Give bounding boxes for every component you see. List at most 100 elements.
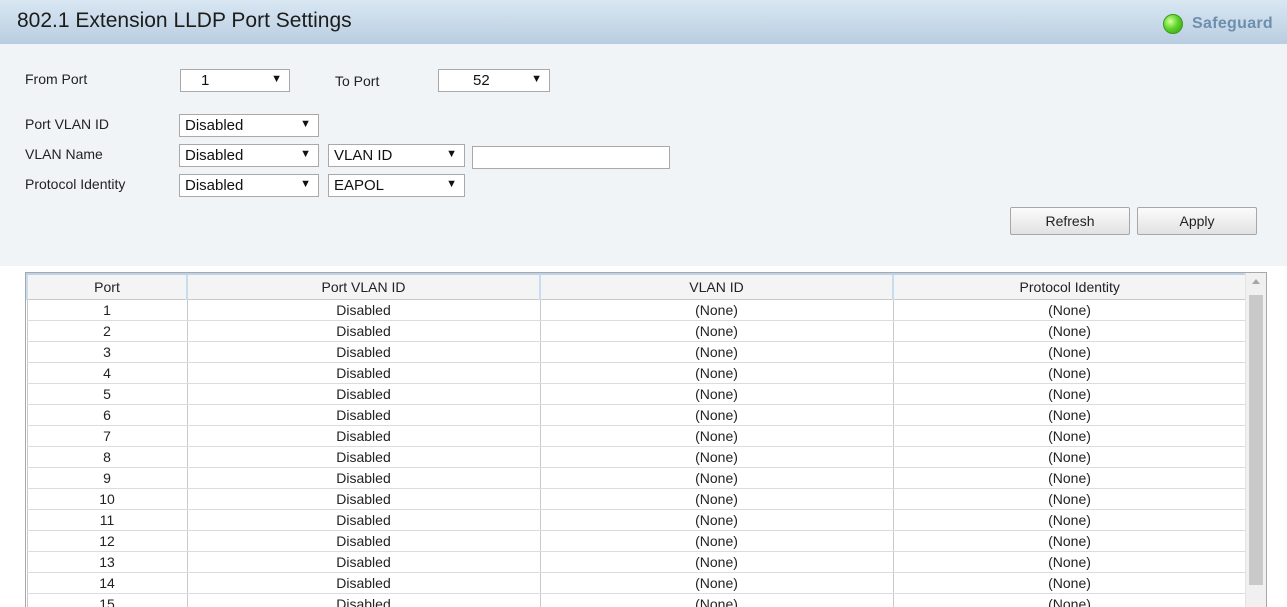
to-port-value: 52 (473, 72, 490, 89)
safeguard-label: Safeguard (1192, 15, 1273, 33)
port-cell: 10 (27, 489, 187, 510)
protocol-identity-cell: (None) (893, 321, 1246, 342)
vlan-id-cell: (None) (540, 300, 893, 321)
vlan-name-input[interactable] (472, 146, 670, 169)
vlan-name-label: VLAN Name (25, 146, 103, 162)
port-vlan-id-cell: Disabled (187, 573, 540, 594)
port-vlan-id-value: Disabled (185, 117, 243, 134)
port-cell: 14 (27, 573, 187, 594)
chevron-down-icon: ▼ (300, 148, 311, 160)
from-port-select[interactable]: 1 ▼ (180, 69, 290, 92)
to-port-select[interactable]: 52 ▼ (438, 69, 550, 92)
protocol-identity-select[interactable]: Disabled ▼ (179, 174, 319, 197)
port-vlan-id-cell: Disabled (187, 531, 540, 552)
vlan-id-cell: (None) (540, 447, 893, 468)
port-cell: 15 (27, 594, 187, 607)
protocol-identity-type-value: EAPOL (334, 177, 384, 194)
vlan-id-cell: (None) (540, 552, 893, 573)
chevron-down-icon: ▼ (300, 178, 311, 190)
protocol-identity-cell: (None) (893, 468, 1246, 489)
port-vlan-id-cell: Disabled (187, 321, 540, 342)
port-vlan-id-cell: Disabled (187, 510, 540, 531)
table-scrollbar[interactable] (1245, 273, 1266, 607)
page-title: 802.1 Extension LLDP Port Settings (17, 9, 352, 33)
port-cell: 13 (27, 552, 187, 573)
port-vlan-id-cell: Disabled (187, 300, 540, 321)
chevron-down-icon: ▼ (531, 73, 542, 85)
vlan-id-cell: (None) (540, 342, 893, 363)
vlan-id-cell: (None) (540, 594, 893, 607)
table-row: 10Disabled(None)(None) (27, 489, 1246, 510)
protocol-identity-cell: (None) (893, 510, 1246, 531)
apply-button[interactable]: Apply (1137, 207, 1257, 235)
protocol-identity-cell: (None) (893, 594, 1246, 607)
vlan-id-cell: (None) (540, 489, 893, 510)
port-table: Port Port VLAN ID VLAN ID Protocol Ident… (26, 273, 1247, 607)
protocol-identity-cell: (None) (893, 552, 1246, 573)
port-vlan-id-label: Port VLAN ID (25, 116, 109, 132)
vlan-id-cell: (None) (540, 426, 893, 447)
chevron-down-icon: ▼ (300, 118, 311, 130)
settings-form: From Port 1 ▼ To Port 52 ▼ Port VLAN ID … (0, 44, 1287, 266)
port-cell: 8 (27, 447, 187, 468)
port-vlan-id-cell: Disabled (187, 552, 540, 573)
table-row: 2Disabled(None)(None) (27, 321, 1246, 342)
table-row: 7Disabled(None)(None) (27, 426, 1246, 447)
port-cell: 7 (27, 426, 187, 447)
header-vlan-id: VLAN ID (540, 274, 893, 300)
protocol-identity-cell: (None) (893, 300, 1246, 321)
protocol-identity-cell: (None) (893, 489, 1246, 510)
port-cell: 9 (27, 468, 187, 489)
vlan-name-value: Disabled (185, 147, 243, 164)
port-vlan-id-cell: Disabled (187, 363, 540, 384)
port-cell: 6 (27, 405, 187, 426)
protocol-identity-cell: (None) (893, 426, 1246, 447)
table-row: 3Disabled(None)(None) (27, 342, 1246, 363)
port-vlan-id-select[interactable]: Disabled ▼ (179, 114, 319, 137)
safeguard-indicator[interactable]: Safeguard (1163, 13, 1273, 35)
vlan-id-cell: (None) (540, 468, 893, 489)
vlan-name-select[interactable]: Disabled ▼ (179, 144, 319, 167)
protocol-identity-cell: (None) (893, 405, 1246, 426)
vlan-id-cell: (None) (540, 531, 893, 552)
chevron-down-icon: ▼ (446, 148, 457, 160)
table-header-row: Port Port VLAN ID VLAN ID Protocol Ident… (27, 274, 1246, 300)
table-row: 6Disabled(None)(None) (27, 405, 1246, 426)
port-vlan-id-cell: Disabled (187, 384, 540, 405)
table-row: 12Disabled(None)(None) (27, 531, 1246, 552)
protocol-identity-type-select[interactable]: EAPOL ▼ (328, 174, 465, 197)
vlan-id-cell: (None) (540, 405, 893, 426)
port-vlan-id-cell: Disabled (187, 468, 540, 489)
port-cell: 5 (27, 384, 187, 405)
protocol-identity-cell: (None) (893, 531, 1246, 552)
port-cell: 2 (27, 321, 187, 342)
port-vlan-id-cell: Disabled (187, 489, 540, 510)
chevron-down-icon: ▼ (271, 73, 282, 85)
protocol-identity-cell: (None) (893, 384, 1246, 405)
from-port-value: 1 (201, 72, 209, 89)
port-cell: 1 (27, 300, 187, 321)
header-port-vlan-id: Port VLAN ID (187, 274, 540, 300)
table-row: 5Disabled(None)(None) (27, 384, 1246, 405)
vlan-id-cell: (None) (540, 510, 893, 531)
port-cell: 11 (27, 510, 187, 531)
port-vlan-id-cell: Disabled (187, 426, 540, 447)
protocol-identity-cell: (None) (893, 363, 1246, 384)
table-row: 15Disabled(None)(None) (27, 594, 1246, 607)
port-vlan-id-cell: Disabled (187, 405, 540, 426)
port-vlan-id-cell: Disabled (187, 594, 540, 607)
vlan-id-cell: (None) (540, 363, 893, 384)
scrollbar-thumb[interactable] (1249, 295, 1263, 585)
status-dot-icon (1163, 14, 1183, 34)
table-row: 1Disabled(None)(None) (27, 300, 1246, 321)
protocol-identity-label: Protocol Identity (25, 176, 125, 192)
vlan-name-type-select[interactable]: VLAN ID ▼ (328, 144, 465, 167)
table-row: 9Disabled(None)(None) (27, 468, 1246, 489)
port-settings-table: Port Port VLAN ID VLAN ID Protocol Ident… (25, 272, 1267, 607)
scroll-up-arrow-icon[interactable] (1252, 279, 1260, 284)
port-cell: 4 (27, 363, 187, 384)
refresh-button[interactable]: Refresh (1010, 207, 1130, 235)
header-protocol-identity: Protocol Identity (893, 274, 1246, 300)
table-row: 13Disabled(None)(None) (27, 552, 1246, 573)
protocol-identity-cell: (None) (893, 447, 1246, 468)
